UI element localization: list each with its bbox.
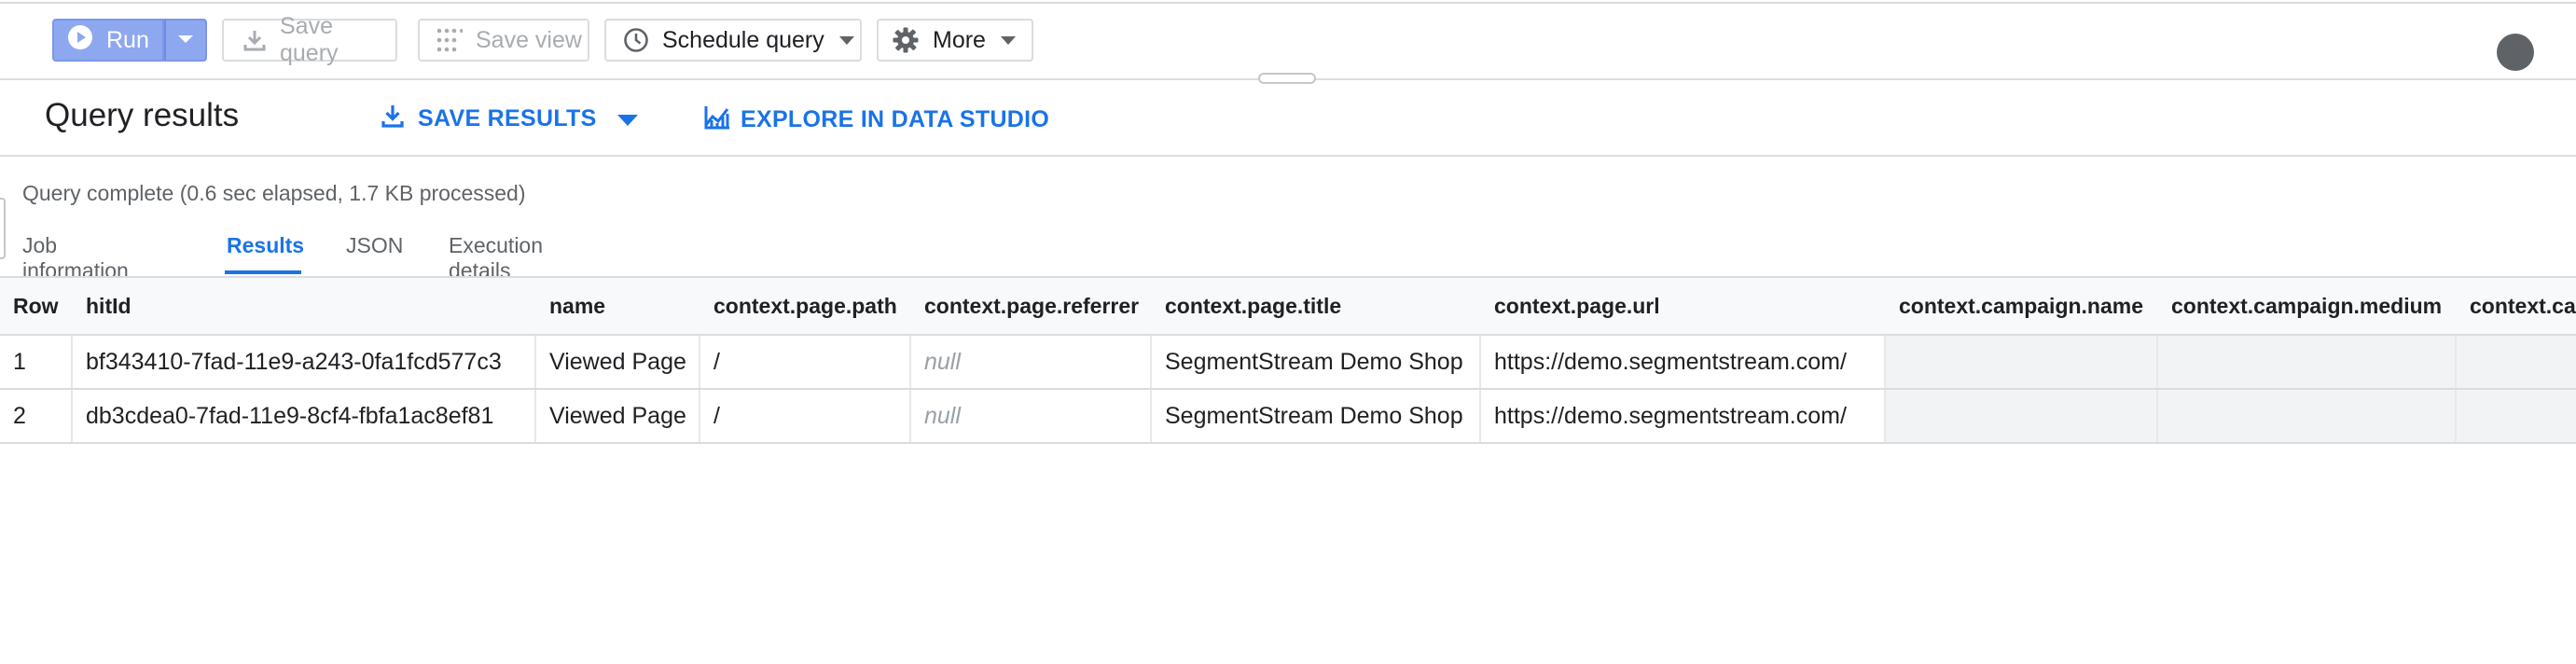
save-query-label: Save query	[280, 13, 339, 66]
column-header-page-url[interactable]: context.page.url	[1481, 278, 1886, 334]
table-row: 1 bf343410-7fad-11e9-a243-0fa1fcd577c3 V…	[0, 336, 2576, 390]
schedule-query-button[interactable]: Schedule query	[604, 19, 862, 62]
play-icon	[67, 24, 93, 57]
campaign-medium-cell	[2158, 390, 2457, 442]
active-tab-indicator	[225, 270, 301, 274]
column-header-name[interactable]: name	[536, 278, 700, 334]
more-button[interactable]: More	[877, 19, 1033, 62]
page-title-cell: SegmentStream Demo Shop	[1152, 390, 1481, 442]
page-referrer-cell: null	[911, 390, 1152, 442]
query-toolbar: Run Save query Save view Schedule query …	[0, 4, 2576, 78]
caret-down-icon	[177, 32, 194, 48]
avatar[interactable]	[2497, 34, 2534, 71]
column-header-hitid[interactable]: hitId	[73, 278, 536, 334]
hitid-cell: bf343410-7fad-11e9-a243-0fa1fcd577c3	[73, 336, 536, 388]
campaign-truncated-cell	[2457, 336, 2576, 388]
save-view-button[interactable]: Save view	[418, 19, 589, 62]
run-label: Run	[106, 26, 149, 53]
page-url-cell: https://demo.segmentstream.com/	[1481, 336, 1886, 388]
chevron-down-icon	[1000, 35, 1016, 45]
campaign-truncated-cell	[2457, 390, 2576, 442]
name-cell: Viewed Page	[536, 336, 700, 388]
column-header-page-title[interactable]: context.page.title	[1152, 278, 1481, 334]
run-button[interactable]: Run	[52, 19, 164, 62]
table-row: 2 db3cdea0-7fad-11e9-8cf4-fbfa1ac8ef81 V…	[0, 390, 2576, 444]
save-results-label: SAVE RESULTS	[418, 105, 597, 131]
grid-dots-icon	[436, 28, 463, 52]
row-number-cell: 2	[0, 390, 73, 442]
page-referrer-cell: null	[911, 336, 1152, 388]
more-label: More	[933, 26, 986, 53]
chevron-down-icon	[838, 35, 854, 45]
save-results-button[interactable]: SAVE RESULTS	[381, 103, 638, 135]
chart-icon	[703, 103, 731, 137]
campaign-medium-cell	[2158, 336, 2457, 388]
hitid-cell: db3cdea0-7fad-11e9-8cf4-fbfa1ac8ef81	[73, 390, 536, 442]
run-options-dropdown[interactable]	[164, 19, 207, 62]
page-path-cell: /	[700, 336, 911, 388]
column-header-row[interactable]: Row	[0, 278, 73, 334]
download-icon	[381, 103, 405, 135]
download-icon	[242, 28, 267, 52]
campaign-name-cell	[1886, 390, 2158, 442]
query-status-text: Query complete (0.6 sec elapsed, 1.7 KB …	[22, 181, 526, 205]
gear-icon	[892, 26, 920, 54]
column-header-page-path[interactable]: context.page.path	[700, 278, 911, 334]
schedule-query-label: Schedule query	[662, 26, 824, 53]
clock-icon	[623, 27, 649, 53]
column-header-campaign-name[interactable]: context.campaign.name	[1886, 278, 2158, 334]
side-panel-toggle[interactable]	[0, 198, 6, 259]
page-title-cell: SegmentStream Demo Shop	[1152, 336, 1481, 388]
save-query-button[interactable]: Save query	[222, 13, 397, 66]
campaign-name-cell	[1886, 336, 2158, 388]
explore-in-data-studio-button[interactable]: EXPLORE IN DATA STUDIO	[703, 103, 1049, 137]
pane-resize-handle[interactable]	[1258, 73, 1316, 84]
tab-json[interactable]: JSON	[346, 233, 403, 258]
save-view-label: Save view	[476, 26, 582, 53]
page-title: Query results	[45, 97, 240, 133]
page-url-cell: https://demo.segmentstream.com/	[1481, 390, 1886, 442]
explore-label: EXPLORE IN DATA STUDIO	[741, 106, 1050, 132]
row-number-cell: 1	[0, 336, 73, 388]
tab-results[interactable]: Results	[227, 233, 304, 258]
column-header-campaign-truncated[interactable]: context.ca	[2457, 278, 2576, 334]
header-divider	[0, 155, 2576, 157]
page-path-cell: /	[700, 390, 911, 442]
table-header-row: Row hitId name context.page.path context…	[0, 276, 2576, 336]
name-cell: Viewed Page	[536, 390, 700, 442]
caret-down-icon	[616, 105, 638, 132]
column-header-campaign-medium[interactable]: context.campaign.medium	[2158, 278, 2457, 334]
column-header-page-referrer[interactable]: context.page.referrer	[911, 278, 1152, 334]
